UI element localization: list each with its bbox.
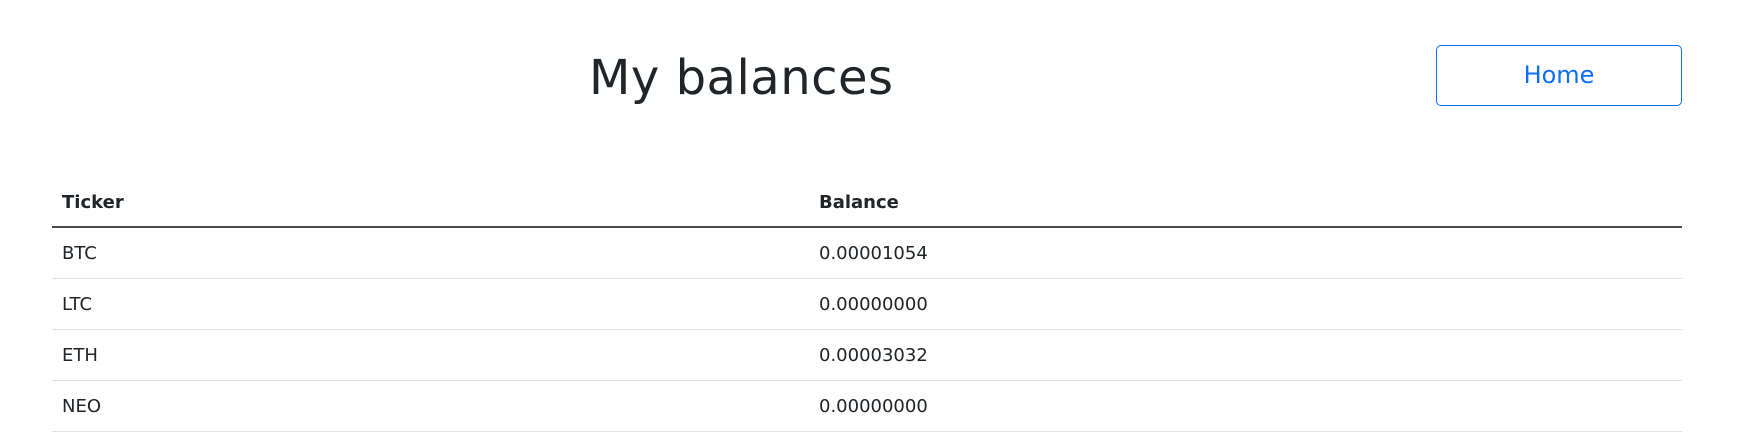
home-button[interactable]: Home <box>1436 45 1682 106</box>
page: My balances Home Ticker Balance BTC 0.00… <box>0 0 1759 444</box>
balances-table: Ticker Balance BTC 0.00001054 LTC 0.0000… <box>52 178 1682 432</box>
column-header-balance: Balance <box>809 178 1682 228</box>
table-row: ETH 0.00003032 <box>52 329 1682 381</box>
balance-cell: 0.00001054 <box>809 227 1682 279</box>
table-row: LTC 0.00000000 <box>52 278 1682 330</box>
table-body: BTC 0.00001054 LTC 0.00000000 ETH 0.0000… <box>52 227 1682 432</box>
ticker-cell: LTC <box>52 278 809 330</box>
table-header-row: Ticker Balance <box>52 178 1682 228</box>
ticker-cell: BTC <box>52 227 809 279</box>
ticker-cell: ETH <box>52 329 809 381</box>
balance-cell: 0.00003032 <box>809 329 1682 381</box>
column-header-ticker: Ticker <box>52 178 809 228</box>
table-header: Ticker Balance <box>52 178 1682 228</box>
table-row: NEO 0.00000000 <box>52 380 1682 432</box>
balance-cell: 0.00000000 <box>809 380 1682 432</box>
ticker-cell: NEO <box>52 380 809 432</box>
balance-cell: 0.00000000 <box>809 278 1682 330</box>
page-title: My balances <box>589 50 894 106</box>
table-row: BTC 0.00001054 <box>52 227 1682 279</box>
